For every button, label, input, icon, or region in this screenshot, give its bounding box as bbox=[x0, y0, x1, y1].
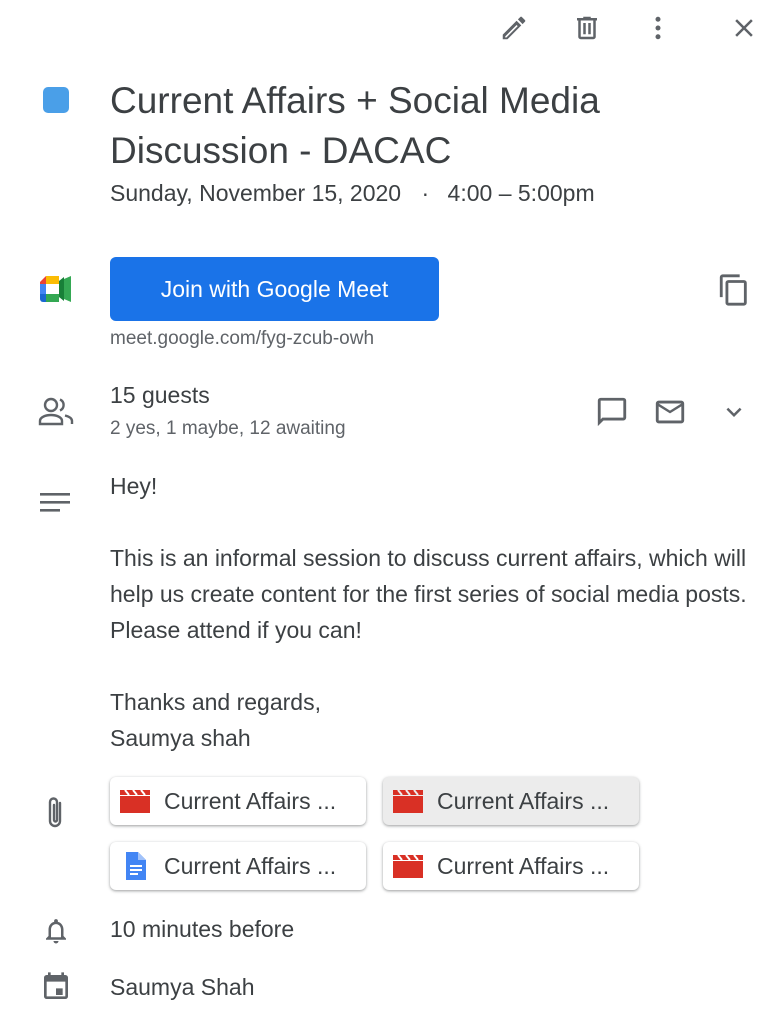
document-icon bbox=[126, 852, 146, 880]
more-vert-icon bbox=[655, 16, 661, 40]
attachment-chip[interactable]: Current Affairs ... bbox=[110, 842, 366, 890]
description-body: This is an informal session to discuss c… bbox=[110, 545, 747, 643]
mail-icon bbox=[655, 400, 685, 424]
event-date: Sunday, November 15, 2020 bbox=[110, 180, 402, 206]
video-file-icon bbox=[393, 854, 423, 878]
event-time: 4:00 – 5:00pm bbox=[447, 180, 595, 206]
event-description: Hey! This is an informal session to disc… bbox=[110, 468, 750, 756]
trash-icon bbox=[577, 16, 597, 40]
event-color-swatch bbox=[43, 87, 69, 113]
attachment-chip[interactable]: Current Affairs ... bbox=[110, 777, 366, 825]
attachment-chip[interactable]: Current Affairs ... bbox=[383, 777, 639, 825]
close-icon bbox=[735, 19, 753, 37]
calendar-icon bbox=[40, 971, 72, 1008]
copy-link-button[interactable] bbox=[712, 268, 756, 312]
join-meet-button[interactable]: Join with Google Meet bbox=[110, 257, 439, 321]
delete-button[interactable] bbox=[567, 8, 607, 48]
datetime-separator: · bbox=[421, 180, 430, 206]
video-file-icon bbox=[120, 789, 150, 813]
edit-button[interactable] bbox=[494, 8, 534, 48]
email-guests-button[interactable] bbox=[650, 392, 690, 432]
expand-guests-button[interactable] bbox=[714, 392, 754, 432]
more-options-button[interactable] bbox=[638, 8, 678, 48]
event-title: Current Affairs + Social Media Discussio… bbox=[110, 80, 600, 171]
close-button[interactable] bbox=[724, 8, 764, 48]
event-datetime: Sunday, November 15, 2020 · 4:00 – 5:00p… bbox=[110, 180, 595, 207]
guest-count[interactable]: 15 guests bbox=[110, 382, 210, 409]
copy-icon bbox=[719, 274, 747, 306]
description-closing: Thanks and regards, bbox=[110, 689, 321, 715]
attachment-name: Current Affairs ... bbox=[164, 787, 337, 814]
description-icon bbox=[40, 491, 70, 520]
attachment-icon bbox=[45, 795, 67, 836]
guest-response-summary: 2 yes, 1 maybe, 12 awaiting bbox=[110, 418, 346, 439]
people-icon bbox=[38, 396, 74, 431]
chevron-down-icon bbox=[726, 407, 742, 417]
attachment-name: Current Affairs ... bbox=[164, 852, 337, 879]
attachment-name: Current Affairs ... bbox=[437, 787, 610, 814]
pencil-icon bbox=[502, 16, 526, 40]
google-meet-icon bbox=[40, 276, 72, 302]
chat-icon bbox=[597, 397, 627, 427]
calendar-owner: Saumya Shah bbox=[110, 974, 255, 1000]
video-file-icon bbox=[393, 789, 423, 813]
meet-link[interactable]: meet.google.com/fyg-zcub-owh bbox=[110, 328, 374, 350]
description-signature: Saumya shah bbox=[110, 725, 251, 751]
bell-icon bbox=[41, 915, 71, 952]
message-guests-button[interactable] bbox=[592, 392, 632, 432]
description-greeting: Hey! bbox=[110, 473, 158, 499]
reminder-text: 10 minutes before bbox=[110, 916, 295, 942]
attachment-name: Current Affairs ... bbox=[437, 852, 610, 879]
attachment-chip[interactable]: Current Affairs ... bbox=[383, 842, 639, 890]
